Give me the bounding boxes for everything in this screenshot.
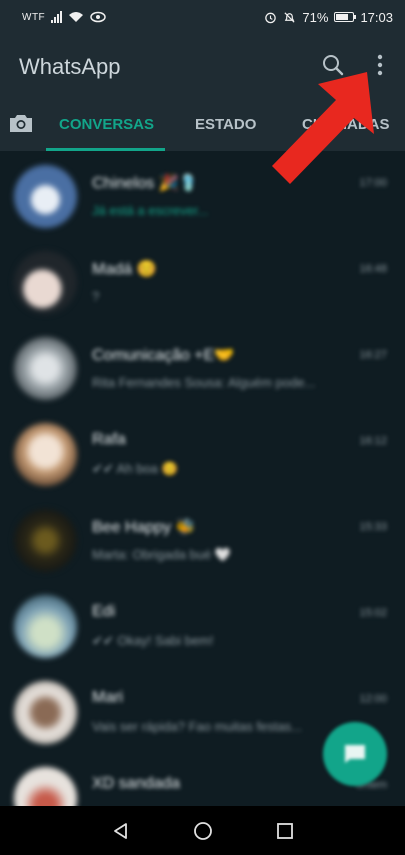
tab-bar: CONVERSAS ESTADO CHAMADAS: [0, 98, 405, 151]
tab-conversas[interactable]: CONVERSAS: [59, 116, 154, 133]
chat-preview: Já está a escrever...: [92, 203, 209, 218]
chat-name: Edi: [92, 603, 116, 620]
chat-item[interactable]: Bee Happy 🐝 15:33 Marta: Obrigada bué 🤍: [0, 495, 405, 581]
chat-time: 12:00: [359, 693, 387, 705]
chat-time: 16:48: [359, 263, 387, 275]
chat-name: Mari: [92, 689, 124, 706]
signal-icon: [51, 11, 63, 23]
chat-list[interactable]: Chinelos 🎉🩴 17:00 Já está a escrever... …: [0, 151, 405, 806]
chat-item[interactable]: Edi 15:02 ✔✔ Okay! Sabi bem!: [0, 581, 405, 667]
new-chat-button[interactable]: [323, 722, 387, 786]
avatar: [14, 337, 77, 400]
camera-icon: [10, 115, 32, 132]
chat-item[interactable]: Comunicação +E🤝 16:27 Rita Fernandes Sou…: [0, 323, 405, 409]
tab-estado[interactable]: ESTADO: [195, 116, 256, 133]
clock: 17:03: [360, 9, 393, 25]
back-icon[interactable]: [111, 821, 131, 841]
chat-item[interactable]: Madá 😊 16:48 ?: [0, 237, 405, 323]
chat-name: Chinelos 🎉🩴: [92, 175, 199, 192]
more-vert-icon: [377, 54, 383, 76]
battery-icon: [334, 12, 357, 22]
status-bar: WTF 71% 17:03: [0, 0, 405, 34]
chat-preview: Vais ser rápida? Fao muitas festas...: [92, 719, 303, 734]
eye-icon: [90, 11, 106, 23]
avatar: [14, 423, 77, 486]
chat-name: Comunicação +E🤝: [92, 347, 235, 364]
app-header: WhatsApp CONVERSAS ESTADO CHAMADAS: [0, 34, 405, 151]
carrier-label: WTF: [22, 11, 46, 23]
search-button[interactable]: [317, 49, 349, 81]
chat-time: 15:02: [359, 607, 387, 619]
chat-name: Bee Happy 🐝: [92, 519, 196, 536]
chat-preview: Rita Fernandes Sousa: Alguém pode...: [92, 375, 316, 390]
avatar: [14, 681, 77, 744]
chat-item[interactable]: Rafa 16:12 ✔✔ Ah boa 😊: [0, 409, 405, 495]
chat-item[interactable]: Chinelos 🎉🩴 17:00 Já está a escrever...: [0, 151, 405, 237]
more-options-button[interactable]: [364, 49, 396, 81]
status-left: WTF: [22, 11, 106, 23]
home-icon[interactable]: [193, 821, 213, 841]
chat-preview: ✔✔ Okay! Sabi bem!: [92, 633, 214, 648]
battery-percent: 71%: [302, 9, 329, 25]
chat-bubble-icon: [345, 745, 365, 763]
wifi-icon: [69, 12, 84, 22]
system-nav-bar: [0, 806, 405, 855]
chat-time: 17:00: [359, 177, 387, 189]
chat-time: 15:33: [359, 521, 387, 533]
avatar: [14, 251, 77, 314]
tab-chamadas[interactable]: CHAMADAS: [302, 116, 390, 133]
chat-time: 16:12: [359, 435, 387, 447]
chat-name: Madá 😊: [92, 261, 157, 278]
avatar: [14, 767, 77, 806]
chat-name: XD sandada: [92, 775, 181, 792]
avatar: [14, 509, 77, 572]
recents-icon[interactable]: [276, 822, 294, 840]
app-title: WhatsApp: [19, 54, 121, 79]
status-right: 71% 17:03: [264, 10, 393, 25]
avatar: [14, 165, 77, 228]
chat-name: Rafa: [92, 431, 126, 448]
tab-camera[interactable]: [8, 112, 38, 140]
chat-preview: Marta: Obrigada bué 🤍: [92, 547, 232, 562]
avatar: [14, 595, 77, 658]
search-icon: [323, 55, 344, 76]
alarm-icon: [265, 12, 277, 23]
chat-preview: ?: [92, 289, 100, 304]
chat-time: 16:27: [359, 349, 387, 361]
chat-preview: ✔✔ Ah boa 😊: [92, 461, 178, 476]
mute-bell-icon: [284, 11, 295, 23]
